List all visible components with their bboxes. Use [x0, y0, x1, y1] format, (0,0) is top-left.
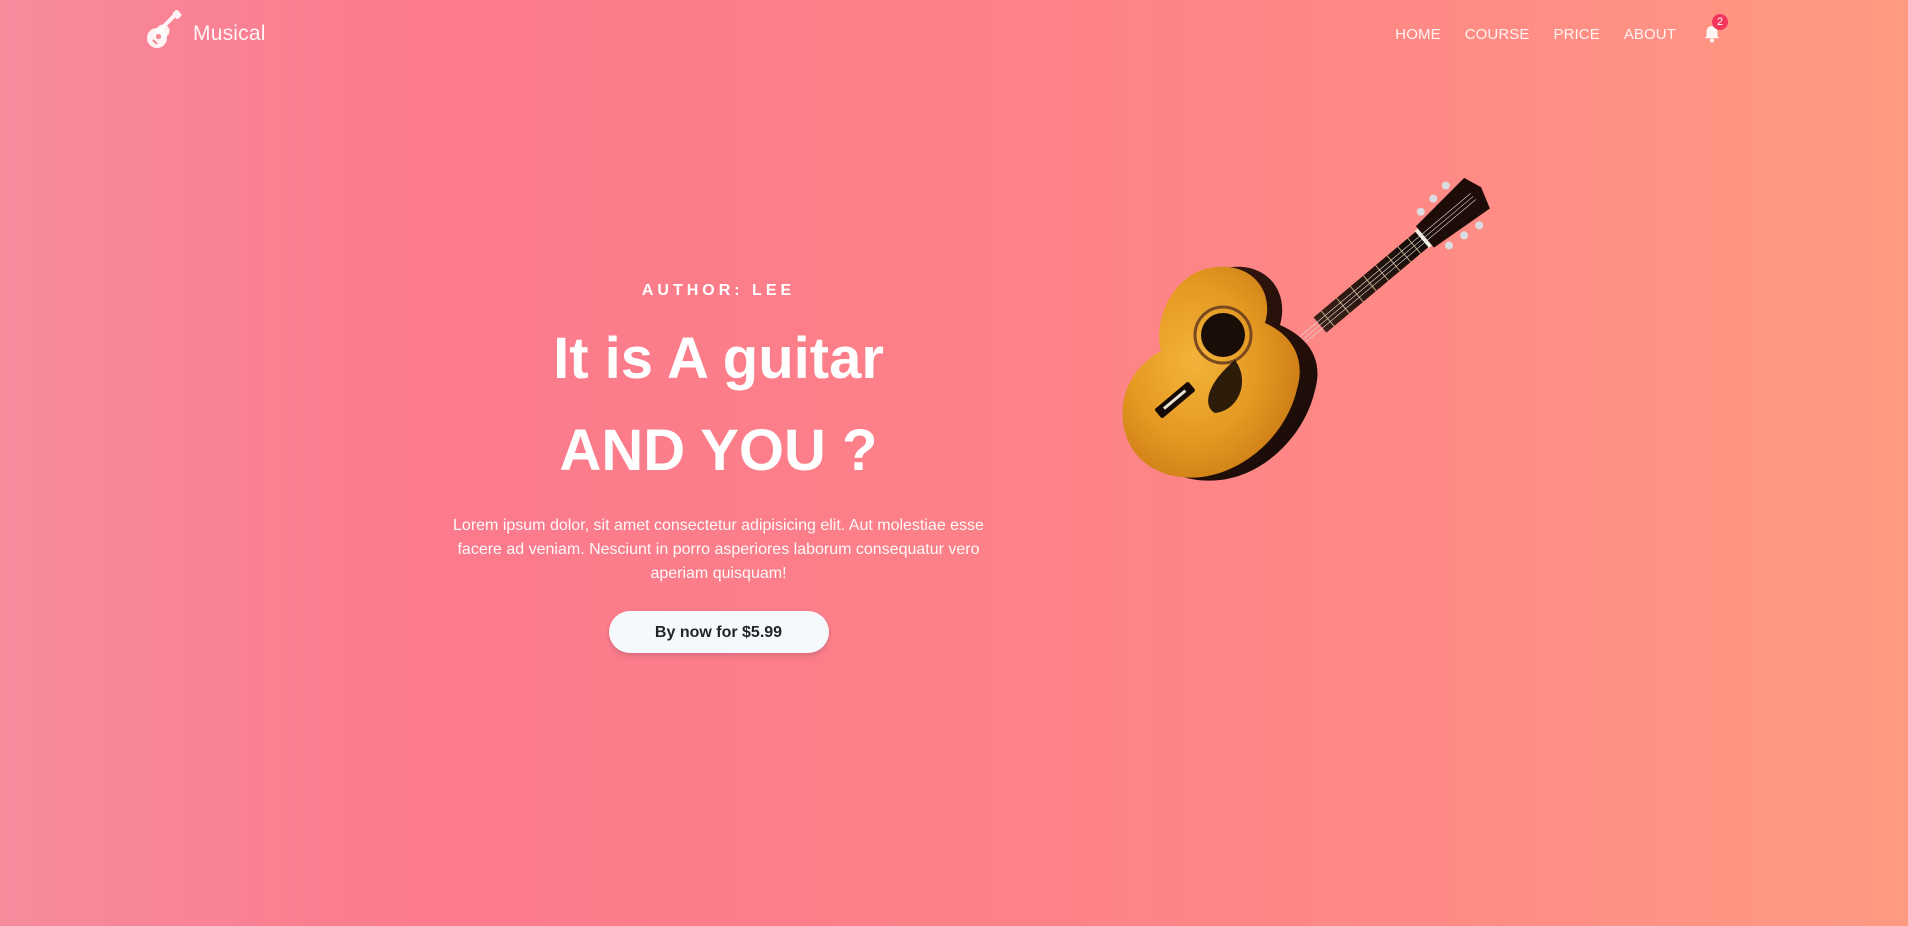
notification-count-badge: 2	[1712, 14, 1728, 30]
navbar: Musical HOME COURSE PRICE ABOUT 2	[0, 0, 1908, 70]
guitar-image	[1122, 177, 1490, 481]
hero-section: AUTHOR: LEE It is A guitar AND YOU ? Lor…	[430, 270, 1007, 653]
brand-link[interactable]: Musical	[143, 10, 266, 52]
brand-name: Musical	[193, 22, 266, 45]
nav-item-course[interactable]: COURSE	[1453, 26, 1542, 43]
nav-item-about[interactable]: ABOUT	[1612, 26, 1688, 43]
hero-title-line-1: It is A guitar	[553, 326, 884, 391]
nav-item-home[interactable]: HOME	[1383, 26, 1452, 43]
nav-item-price[interactable]: PRICE	[1541, 26, 1611, 43]
author-label: AUTHOR: LEE	[641, 282, 796, 299]
nav-menu: HOME COURSE PRICE ABOUT 2	[1383, 14, 1728, 46]
hero-description: Lorem ipsum dolor, sit amet consectetur …	[453, 517, 984, 582]
guitar-icon	[147, 10, 182, 48]
buy-now-button[interactable]: By now for $5.99	[608, 611, 829, 653]
notifications-button[interactable]: 2	[1700, 14, 1728, 46]
hero-title-line-2: AND YOU ?	[559, 418, 878, 483]
